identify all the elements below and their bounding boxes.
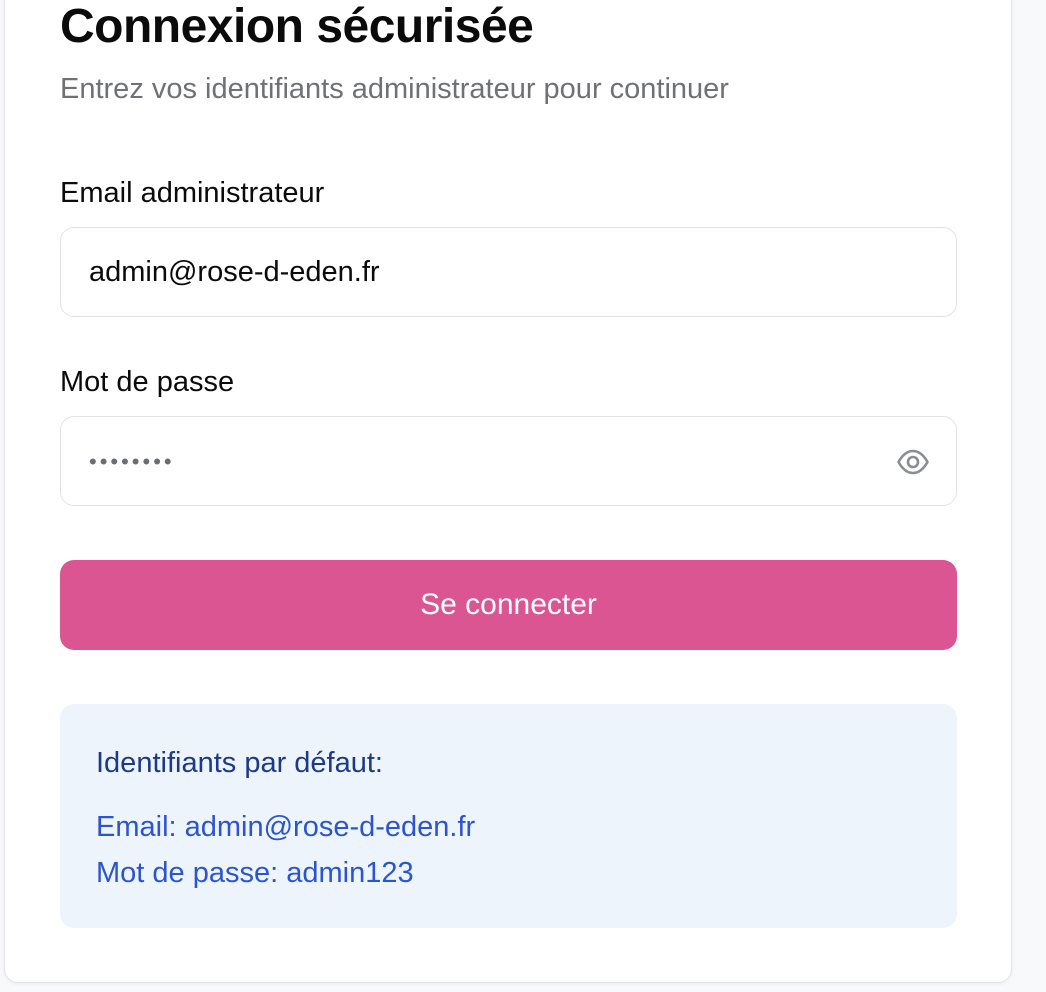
password-label: Mot de passe — [60, 366, 235, 398]
password-field[interactable]: •••••••• — [60, 416, 957, 506]
default-credentials-title: Identifiants par défaut: — [96, 747, 383, 779]
email-label: Email administrateur — [60, 177, 325, 209]
eye-icon[interactable] — [896, 446, 930, 478]
email-field[interactable]: admin@rose-d-eden.fr — [60, 227, 957, 317]
login-button[interactable]: Se connecter — [60, 560, 957, 650]
default-credentials-box: Identifiants par défaut: Email: admin@ro… — [60, 704, 957, 928]
default-credentials-password: Mot de passe: admin123 — [96, 857, 414, 889]
default-credentials-email: Email: admin@rose-d-eden.fr — [96, 811, 476, 843]
page-subtitle: Entrez vos identifiants administrateur p… — [60, 73, 729, 105]
page-title: Connexion sécurisée — [60, 0, 534, 53]
password-field-value: •••••••• — [89, 449, 175, 474]
email-field-value: admin@rose-d-eden.fr — [89, 255, 380, 288]
